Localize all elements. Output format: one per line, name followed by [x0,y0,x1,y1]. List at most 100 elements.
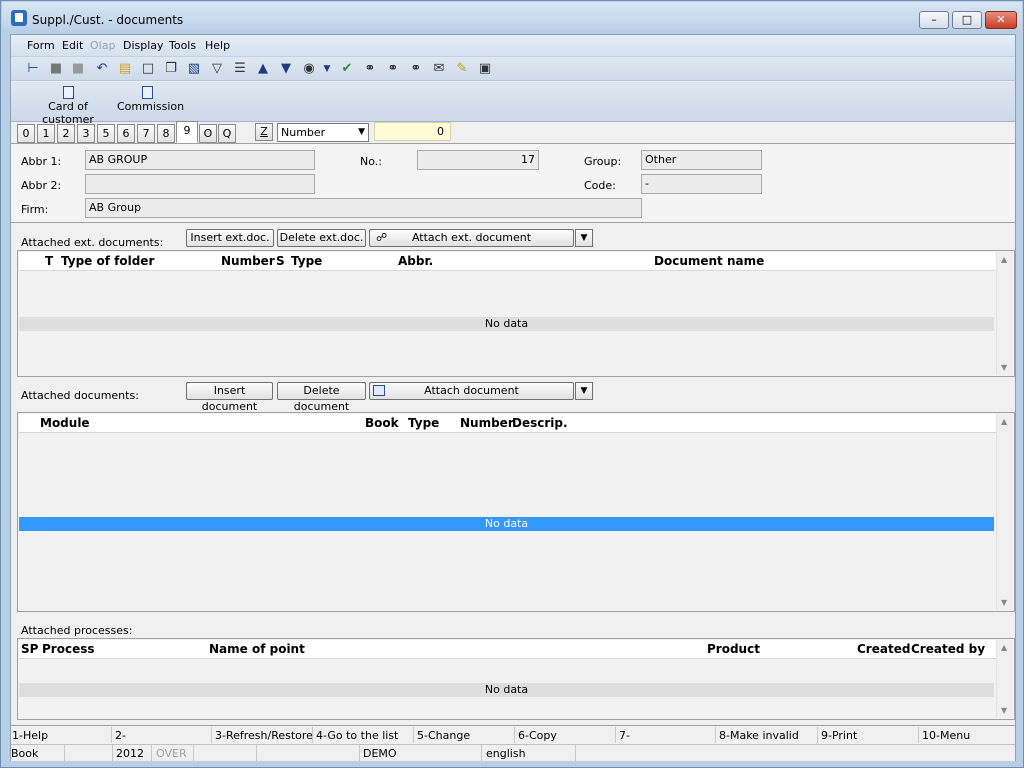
dropdown-icon[interactable]: ▼ [319,61,335,77]
group-field[interactable]: Other [641,150,762,170]
menu-help[interactable]: Help [205,39,230,52]
delete-document-button[interactable]: Delete document [277,382,366,413]
binoculars-next-icon[interactable]: ⚭ [385,61,401,77]
minimize-button[interactable]: – [919,11,949,29]
col-number[interactable]: Number [460,416,514,430]
fkey-10-menu[interactable]: 10-Menu [922,729,970,742]
notes-icon[interactable]: ✎ [454,61,470,77]
scroll-up-icon[interactable]: ▲ [1001,417,1007,426]
col-module[interactable]: Module [40,416,90,430]
col-type[interactable]: Type [291,254,322,268]
col-number[interactable]: Number [221,254,275,268]
tab-7[interactable]: 7 [137,124,155,143]
col-abbr[interactable]: Abbr. [398,254,433,268]
window-icon[interactable]: ▣ [477,61,493,77]
col-book[interactable]: Book [365,416,399,430]
card-of-customer-button[interactable]: Card of customer [25,84,111,126]
binoculars-prev-icon[interactable]: ⚭ [408,61,424,77]
col-process[interactable]: Process [42,642,95,656]
menu-form[interactable]: Form [27,39,55,52]
scroll-up-icon[interactable]: ▲ [1001,643,1007,652]
attach-ext-doc-button[interactable]: ☍ Attach ext. document [369,229,574,247]
col-sp[interactable]: SP [21,642,38,656]
col-t[interactable]: T [45,254,53,268]
open-folder-icon[interactable]: ▤ [117,61,133,77]
commission-button[interactable]: Commission [117,84,184,118]
abbr2-field[interactable] [85,174,315,194]
search-input[interactable]: 0 [374,122,451,141]
tab-q[interactable]: Q [218,124,236,143]
insert-document-button[interactable]: Insert document [186,382,273,413]
attach-ext-doc-dropdown[interactable]: ▼ [575,229,593,247]
new-document-icon[interactable]: □ [140,61,156,77]
menu-edit[interactable]: Edit [62,39,83,52]
firm-field[interactable]: AB Group [85,198,642,218]
book-icon[interactable]: ▧ [186,61,202,77]
tab-9[interactable]: 9 [176,121,198,143]
fkey-6-copy[interactable]: 6-Copy [518,729,557,742]
col-created[interactable]: Created [857,642,910,656]
insert-ext-doc-button[interactable]: Insert ext.doc. [186,229,274,247]
menu-tools[interactable]: Tools [169,39,196,52]
fkey-8-make-invalid[interactable]: 8-Make invalid [719,729,799,742]
chevron-down-icon: ▼ [580,233,588,243]
ext-docs-scrollbar[interactable]: ▲ ▼ [996,252,1013,375]
attach-document-dropdown[interactable]: ▼ [575,382,593,400]
tab-0[interactable]: 0 [17,124,35,143]
tree-icon[interactable]: ⊢ [25,61,41,77]
abbr1-field[interactable]: AB GROUP [85,150,315,170]
docs-grid[interactable]: Module Book Type Number Descrip. No data… [17,412,1015,612]
maximize-button[interactable]: □ [952,11,982,29]
docs-scrollbar[interactable]: ▲ ▼ [996,414,1013,610]
processes-grid[interactable]: SP Process Name of point Product Created… [17,638,1015,720]
tab-6[interactable]: 6 [117,124,135,143]
col-product[interactable]: Product [707,642,760,656]
sort-field-select[interactable]: Number ▼ [277,123,369,142]
tab-8[interactable]: 8 [157,124,175,143]
copy-icon[interactable]: ❐ [163,61,179,77]
code-field[interactable]: - [641,174,762,194]
fkey-4-go-to-list[interactable]: 4-Go to the list [316,729,398,742]
arrow-up-icon[interactable]: ▲ [255,61,271,77]
fkey-5-change[interactable]: 5-Change [417,729,470,742]
fkey-3-refresh[interactable]: 3-Refresh/Restore [215,729,313,742]
z-sort-button[interactable]: Z [255,123,273,141]
scroll-down-icon[interactable]: ▼ [1001,598,1007,607]
check-icon[interactable]: ✔ [339,61,355,77]
action-bar: Card of customer Commission [11,82,1015,126]
scroll-down-icon[interactable]: ▼ [1001,363,1007,372]
tab-o[interactable]: O [199,124,217,143]
fkey-2[interactable]: 2- [115,729,126,742]
delete-ext-doc-button[interactable]: Delete ext.doc. [277,229,366,247]
camera-icon[interactable]: ◉ [301,61,317,77]
processes-scrollbar[interactable]: ▲ ▼ [996,640,1013,718]
mail-icon[interactable]: ✉ [431,61,447,77]
tab-1[interactable]: 1 [37,124,55,143]
col-created-by[interactable]: Created by [911,642,985,656]
menu-display[interactable]: Display [123,39,164,52]
col-s[interactable]: S [276,254,285,268]
scroll-up-icon[interactable]: ▲ [1001,255,1007,264]
undo-icon[interactable]: ↶ [94,61,110,77]
col-type[interactable]: Type [408,416,439,430]
col-type-of-folder[interactable]: Type of folder [61,254,154,268]
ext-docs-grid[interactable]: T Type of folder Number S Type Abbr. Doc… [17,250,1015,377]
filter-list-icon[interactable]: ☰ [232,61,248,77]
title-bar[interactable]: Suppl./Cust. - documents – □ ✕ [2,2,1022,30]
close-button[interactable]: ✕ [985,11,1017,29]
attach-document-button[interactable]: Attach document [369,382,574,400]
fkey-1-help[interactable]: 1-Help [12,729,48,742]
fkey-7[interactable]: 7- [619,729,630,742]
arrow-down-icon[interactable]: ▼ [278,61,294,77]
scroll-down-icon[interactable]: ▼ [1001,706,1007,715]
col-description[interactable]: Descrip. [512,416,568,430]
number-field[interactable]: 17 [417,150,539,170]
filter-icon[interactable]: ▽ [209,61,225,77]
tab-2[interactable]: 2 [57,124,75,143]
binoculars-icon[interactable]: ⚭ [362,61,378,77]
tab-3[interactable]: 3 [77,124,95,143]
col-name-of-point[interactable]: Name of point [209,642,305,656]
fkey-9-print[interactable]: 9-Print [821,729,857,742]
tab-5[interactable]: 5 [97,124,115,143]
col-document-name[interactable]: Document name [654,254,764,268]
